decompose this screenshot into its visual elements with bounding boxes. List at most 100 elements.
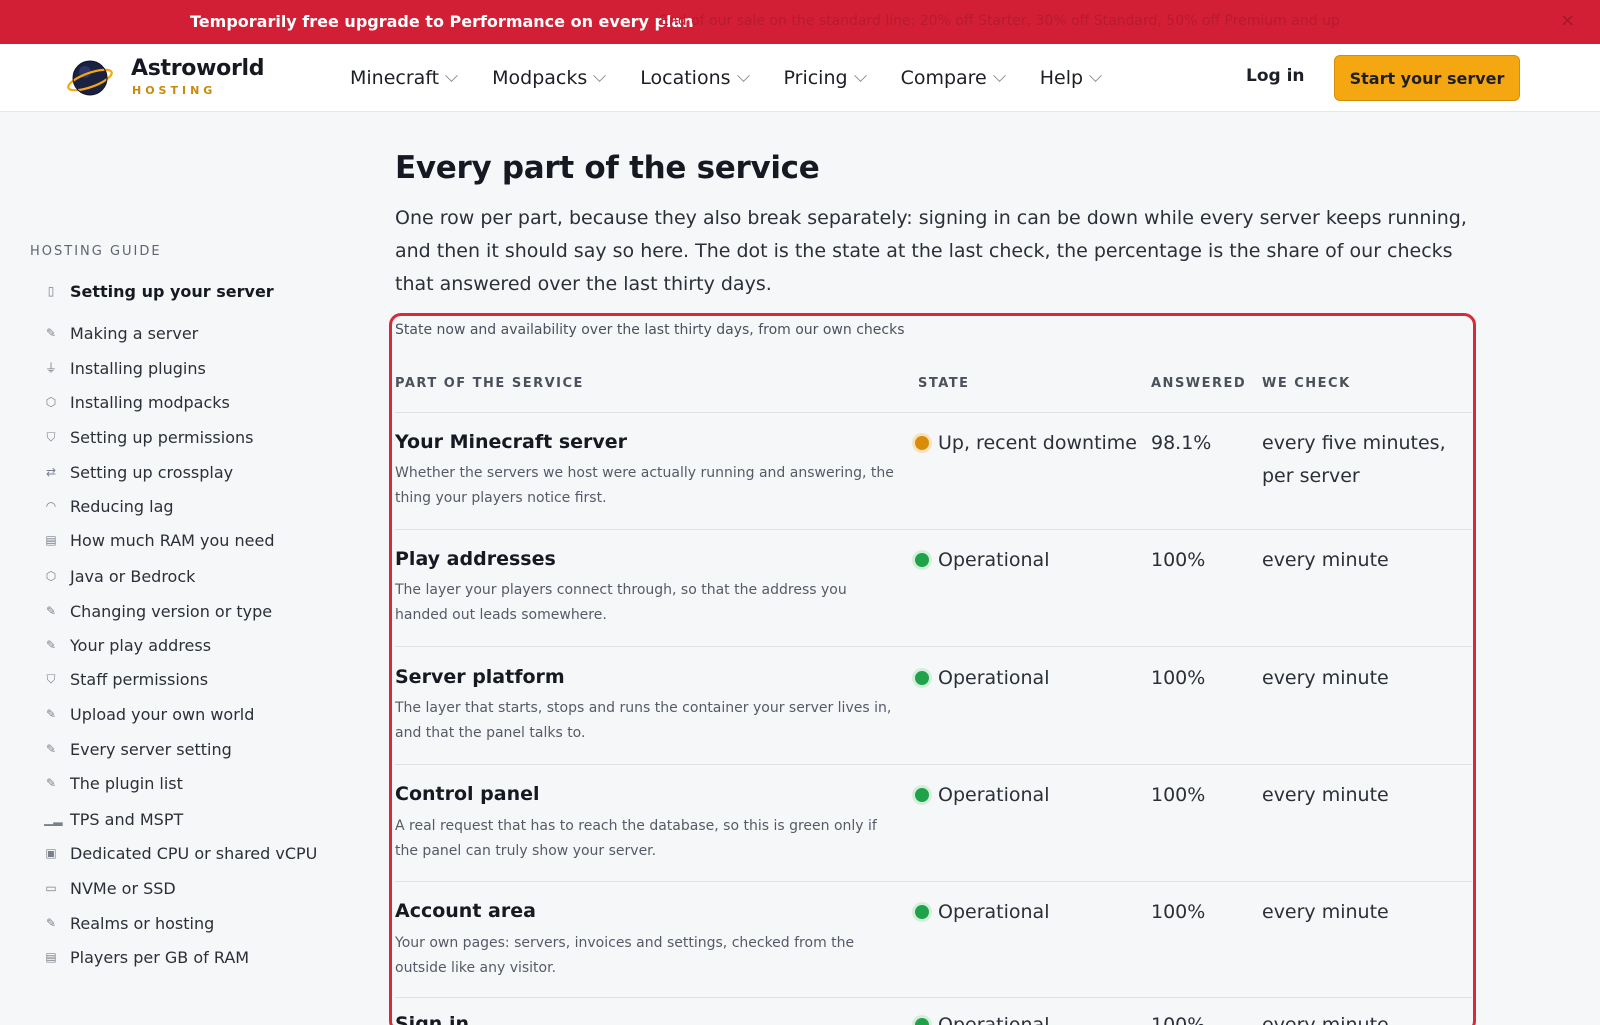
sidebar-item-label: Upload your own world bbox=[70, 704, 255, 724]
sidebar-item-label: Staff permissions bbox=[70, 669, 209, 689]
brand-subtitle: HOSTING bbox=[132, 84, 217, 97]
row-answered: 100% bbox=[1151, 901, 1206, 923]
row-divider bbox=[395, 646, 1472, 647]
sidebar-item-every-server-setting[interactable]: ✎ Every server setting bbox=[44, 738, 232, 760]
nav-modpacks[interactable]: Modpacks bbox=[492, 66, 607, 90]
row-state: Operational bbox=[915, 667, 1049, 689]
row-divider bbox=[395, 881, 1472, 882]
chevron-down-icon bbox=[593, 68, 607, 82]
row-state: Operational bbox=[915, 784, 1049, 806]
sidebar-item-installing-modpacks[interactable]: ⬡ Installing modpacks bbox=[44, 391, 230, 413]
row-state: Operational bbox=[915, 901, 1049, 923]
table-caption: State now and availability over the last… bbox=[395, 322, 905, 338]
nav-label: Locations bbox=[640, 67, 731, 89]
sidebar-item-upload-world[interactable]: ✎ Upload your own world bbox=[44, 703, 254, 725]
start-server-button[interactable]: Start your server bbox=[1334, 55, 1520, 101]
chevron-down-icon bbox=[853, 68, 867, 82]
sidebar-item-label: Setting up permissions bbox=[70, 427, 254, 447]
row-state: Up, recent downtime bbox=[915, 432, 1137, 454]
nav-pricing[interactable]: Pricing bbox=[783, 66, 867, 90]
sidebar-item-setting-up-permissions[interactable]: ⛉ Setting up permissions bbox=[44, 426, 253, 448]
nav-minecraft[interactable]: Minecraft bbox=[350, 66, 458, 90]
sidebar-item-label: Changing version or type bbox=[70, 601, 273, 621]
sidebar-item-players-per-gb[interactable]: ▤ Players per GB of RAM bbox=[44, 946, 249, 968]
column-header-answered: ANSWERED bbox=[1151, 376, 1247, 391]
row-answered: 100% bbox=[1151, 1014, 1206, 1025]
planet-logo-icon[interactable] bbox=[66, 56, 114, 100]
sidebar-item-label: NVMe or SSD bbox=[70, 878, 176, 898]
row-check-interval: every minute bbox=[1262, 1014, 1389, 1025]
status-dot-icon bbox=[915, 553, 929, 567]
column-header-state: STATE bbox=[918, 376, 970, 391]
row-description: A real request that has to reach the dat… bbox=[395, 818, 877, 859]
sidebar-item-label: Every server setting bbox=[70, 739, 232, 759]
box-icon: ⬡ bbox=[45, 395, 57, 409]
row-check-interval: every minute bbox=[1262, 784, 1389, 806]
sidebar-item-label: Java or Bedrock bbox=[70, 566, 196, 586]
row-answered: 100% bbox=[1151, 667, 1206, 689]
row-check-interval: every minute bbox=[1262, 549, 1389, 571]
sidebar-item-label: Reducing lag bbox=[70, 496, 174, 516]
row-check-interval: every minute bbox=[1262, 901, 1389, 923]
sidebar-item-changing-version[interactable]: ✎ Changing version or type bbox=[44, 600, 272, 622]
wrench-icon: ✎ bbox=[45, 604, 57, 618]
row-state: Operational bbox=[915, 549, 1049, 571]
state-label: Operational bbox=[938, 901, 1050, 923]
chevron-down-icon bbox=[736, 68, 750, 82]
status-dot-icon bbox=[915, 788, 929, 802]
wrench-icon: ✎ bbox=[45, 916, 57, 930]
sidebar-item-play-address[interactable]: ✎ Your play address bbox=[44, 634, 211, 656]
sidebar-item-plugin-list[interactable]: ✎ The plugin list bbox=[44, 772, 183, 794]
nav-label: Pricing bbox=[783, 67, 848, 89]
sidebar-item-making-a-server[interactable]: ✎ Making a server bbox=[44, 322, 198, 344]
sidebar-item-installing-plugins[interactable]: ⏚ Installing plugins bbox=[44, 357, 206, 379]
box-icon: ⬡ bbox=[45, 569, 57, 583]
chevron-down-icon bbox=[445, 68, 458, 82]
sidebar-item-cpu[interactable]: ▣ Dedicated CPU or shared vCPU bbox=[44, 842, 317, 864]
sidebar-item-nvme-ssd[interactable]: ▭ NVMe or SSD bbox=[44, 877, 176, 899]
sidebar-item-label: Dedicated CPU or shared vCPU bbox=[70, 843, 318, 863]
promo-headline[interactable]: Temporarily free upgrade to Performance … bbox=[190, 12, 694, 31]
status-dot-icon bbox=[915, 436, 929, 450]
login-link[interactable]: Log in bbox=[1246, 66, 1305, 86]
sidebar-item-tps-mspt[interactable]: ▁▂ TPS and MSPT bbox=[44, 808, 183, 830]
promo-detail: End of our sale on the standard line: 20… bbox=[660, 13, 1340, 29]
row-state: Operational bbox=[915, 1014, 1049, 1025]
nav-help[interactable]: Help bbox=[1040, 66, 1102, 90]
promo-banner: Temporarily free upgrade to Performance … bbox=[0, 0, 1600, 44]
sidebar-item-label: Installing plugins bbox=[70, 358, 206, 378]
row-answered: 98.1% bbox=[1151, 432, 1212, 454]
swap-icon: ⇄ bbox=[45, 465, 57, 479]
nav-label: Modpacks bbox=[492, 67, 588, 89]
wrench-icon: ✎ bbox=[45, 638, 57, 652]
row-part-name: Play addresses bbox=[395, 548, 556, 570]
nav-locations[interactable]: Locations bbox=[640, 66, 750, 90]
sidebar-item-label: Your play address bbox=[70, 635, 212, 655]
row-part-name: Your Minecraft server bbox=[395, 431, 628, 453]
nav-compare[interactable]: Compare bbox=[901, 66, 1006, 90]
close-icon[interactable]: × bbox=[1560, 10, 1575, 31]
plug-icon: ⏚ bbox=[44, 361, 57, 375]
main-nav: Minecraft Modpacks Locations Pricing Com… bbox=[350, 66, 1136, 90]
sidebar-item-java-or-bedrock[interactable]: ⬡ Java or Bedrock bbox=[44, 565, 196, 587]
state-label: Operational bbox=[938, 667, 1050, 689]
drive-icon: ▭ bbox=[45, 881, 57, 895]
page-title: Every part of the service bbox=[395, 150, 820, 186]
sidebar-item-realms-or-hosting[interactable]: ✎ Realms or hosting bbox=[44, 912, 214, 934]
brand-name[interactable]: Astroworld bbox=[131, 56, 264, 81]
state-label: Up, recent downtime bbox=[938, 432, 1137, 454]
sidebar-item-reducing-lag[interactable]: ◠ Reducing lag bbox=[44, 495, 174, 517]
wrench-icon: ✎ bbox=[45, 776, 57, 790]
row-divider bbox=[395, 764, 1472, 765]
book-icon: ▯ bbox=[47, 284, 55, 298]
sidebar-item-staff-permissions[interactable]: ⛉ Staff permissions bbox=[44, 668, 208, 690]
sidebar-item-setting-up-your-server[interactable]: ▯ Setting up your server bbox=[44, 280, 274, 302]
sidebar-item-setting-up-crossplay[interactable]: ⇄ Setting up crossplay bbox=[44, 461, 233, 483]
sidebar-item-label: Realms or hosting bbox=[70, 913, 215, 933]
row-description: The layer your players connect through, … bbox=[395, 582, 847, 623]
row-part-name: Account area bbox=[395, 900, 536, 922]
row-description: Your own pages: servers, invoices and se… bbox=[395, 935, 855, 976]
memory-icon: ▤ bbox=[45, 533, 57, 547]
sidebar-item-label: Installing modpacks bbox=[70, 392, 230, 412]
sidebar-item-how-much-ram[interactable]: ▤ How much RAM you need bbox=[44, 529, 274, 551]
